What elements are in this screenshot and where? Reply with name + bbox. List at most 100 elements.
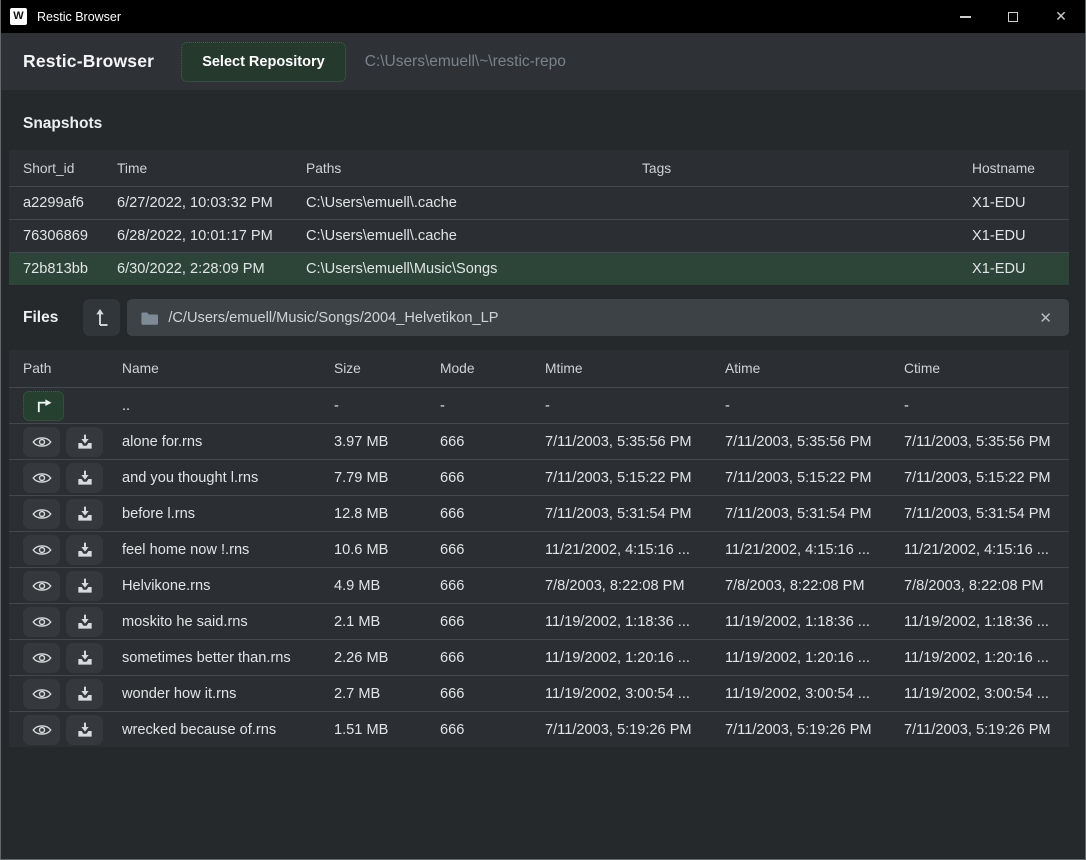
download-file-button[interactable] xyxy=(66,643,103,673)
preview-file-button[interactable] xyxy=(23,607,60,637)
file-row: feel home now !.rns 10.6 MB 666 11/21/20… xyxy=(9,531,1069,567)
file-name: moskito he said.rns xyxy=(122,614,334,630)
preview-file-button[interactable] xyxy=(23,463,60,493)
file-size: 3.97 MB xyxy=(334,434,440,450)
eye-icon xyxy=(32,542,52,558)
preview-file-button[interactable] xyxy=(23,535,60,565)
minimize-button[interactable] xyxy=(941,0,989,33)
preview-file-button[interactable] xyxy=(23,715,60,745)
file-mode: 666 xyxy=(440,614,545,630)
download-file-button[interactable] xyxy=(66,499,103,529)
snapshot-time: 6/30/2022, 2:28:09 PM xyxy=(117,261,306,277)
file-ctime: 7/11/2003, 5:35:56 PM xyxy=(904,434,1069,450)
file-mode: 666 xyxy=(440,722,545,738)
files-table-header: Path Name Size Mode Mtime Atime Ctime xyxy=(9,350,1069,387)
file-atime: 11/19/2002, 3:00:54 ... xyxy=(725,686,904,702)
download-file-button[interactable] xyxy=(66,715,103,745)
column-header-paths: Paths xyxy=(306,161,642,176)
file-row: sometimes better than.rns 2.26 MB 666 11… xyxy=(9,639,1069,675)
eye-icon xyxy=(32,722,52,738)
app-icon-letter: W xyxy=(13,11,23,22)
eye-icon xyxy=(32,578,52,594)
file-mtime: - xyxy=(545,398,725,414)
preview-file-button[interactable] xyxy=(23,643,60,673)
preview-file-button[interactable] xyxy=(23,427,60,457)
file-mtime: 11/19/2002, 1:18:36 ... xyxy=(545,614,725,630)
files-bar: Files /C/Users/emuell/Music/Songs/2004_H… xyxy=(1,299,1069,336)
snapshot-time: 6/28/2022, 10:01:17 PM xyxy=(117,228,306,244)
file-row: before l.rns 12.8 MB 666 7/11/2003, 5:31… xyxy=(9,495,1069,531)
file-mtime: 7/11/2003, 5:15:22 PM xyxy=(545,470,725,486)
file-mode: 666 xyxy=(440,686,545,702)
download-file-button[interactable] xyxy=(66,571,103,601)
goto-root-button[interactable] xyxy=(83,299,120,336)
download-file-button[interactable] xyxy=(66,679,103,709)
preview-file-button[interactable] xyxy=(23,571,60,601)
download-file-button[interactable] xyxy=(66,427,103,457)
file-mode: 666 xyxy=(440,470,545,486)
snapshot-row-selected[interactable]: 72b813bb 6/30/2022, 2:28:09 PM C:\Users\… xyxy=(9,252,1069,285)
download-icon xyxy=(77,722,93,738)
file-size: 1.51 MB xyxy=(334,722,440,738)
window-controls: ✕ xyxy=(941,0,1085,33)
file-name: and you thought l.rns xyxy=(122,470,334,486)
eye-icon xyxy=(32,470,52,486)
snapshot-paths: C:\Users\emuell\.cache xyxy=(306,195,642,211)
close-button[interactable]: ✕ xyxy=(1037,0,1085,33)
file-name: before l.rns xyxy=(122,506,334,522)
snapshot-hostname: X1-EDU xyxy=(972,228,1069,244)
files-heading: Files xyxy=(23,309,58,327)
column-header-short-id: Short_id xyxy=(23,161,117,176)
file-mode: 666 xyxy=(440,578,545,594)
file-mode: 666 xyxy=(440,506,545,522)
file-row: wonder how it.rns 2.7 MB 666 11/19/2002,… xyxy=(9,675,1069,711)
file-atime: 11/19/2002, 1:18:36 ... xyxy=(725,614,904,630)
eye-icon xyxy=(32,650,52,666)
snapshot-paths: C:\Users\emuell\Music\Songs xyxy=(306,261,642,277)
download-icon xyxy=(77,542,93,558)
file-mtime: 7/11/2003, 5:35:56 PM xyxy=(545,434,725,450)
file-size: 4.9 MB xyxy=(334,578,440,594)
file-size: 2.7 MB xyxy=(334,686,440,702)
clear-path-button[interactable]: ✕ xyxy=(1036,309,1055,327)
snapshot-hostname: X1-EDU xyxy=(972,195,1069,211)
eye-icon xyxy=(32,614,52,630)
preview-file-button[interactable] xyxy=(23,679,60,709)
snapshot-short-id: 76306869 xyxy=(23,228,117,244)
file-ctime: 7/11/2003, 5:15:22 PM xyxy=(904,470,1069,486)
download-icon xyxy=(77,686,93,702)
preview-file-button[interactable] xyxy=(23,499,60,529)
file-ctime: 7/11/2003, 5:19:26 PM xyxy=(904,722,1069,738)
snapshot-row[interactable]: a2299af6 6/27/2022, 10:03:32 PM C:\Users… xyxy=(9,186,1069,219)
snapshot-hostname: X1-EDU xyxy=(972,261,1069,277)
file-name: sometimes better than.rns xyxy=(122,650,334,666)
file-mode: 666 xyxy=(440,542,545,558)
current-path: /C/Users/emuell/Music/Songs/2004_Helveti… xyxy=(168,310,1036,326)
download-icon xyxy=(77,506,93,522)
download-file-button[interactable] xyxy=(66,463,103,493)
file-name: wrecked because of.rns xyxy=(122,722,334,738)
parent-dir-row: .. - - - - - xyxy=(9,387,1069,423)
folder-icon xyxy=(141,311,158,325)
file-atime: - xyxy=(725,398,904,414)
file-atime: 11/21/2002, 4:15:16 ... xyxy=(725,542,904,558)
file-ctime: 11/21/2002, 4:15:16 ... xyxy=(904,542,1069,558)
file-size: - xyxy=(334,398,440,414)
file-mode: 666 xyxy=(440,650,545,666)
download-file-button[interactable] xyxy=(66,607,103,637)
column-header-atime: Atime xyxy=(725,361,904,376)
file-name: .. xyxy=(122,398,334,414)
files-table: Path Name Size Mode Mtime Atime Ctime ..… xyxy=(9,350,1069,747)
maximize-button[interactable] xyxy=(989,0,1037,33)
file-row: alone for.rns 3.97 MB 666 7/11/2003, 5:3… xyxy=(9,423,1069,459)
file-mtime: 7/11/2003, 5:19:26 PM xyxy=(545,722,725,738)
file-mode: - xyxy=(440,398,545,414)
column-header-ctime: Ctime xyxy=(904,361,1069,376)
select-repository-button[interactable]: Select Repository xyxy=(181,42,346,82)
download-file-button[interactable] xyxy=(66,535,103,565)
file-ctime: 7/8/2003, 8:22:08 PM xyxy=(904,578,1069,594)
snapshots-heading: Snapshots xyxy=(1,90,1085,150)
parent-dir-button[interactable] xyxy=(23,391,64,421)
eye-icon xyxy=(32,434,52,450)
snapshot-row[interactable]: 76306869 6/28/2022, 10:01:17 PM C:\Users… xyxy=(9,219,1069,252)
